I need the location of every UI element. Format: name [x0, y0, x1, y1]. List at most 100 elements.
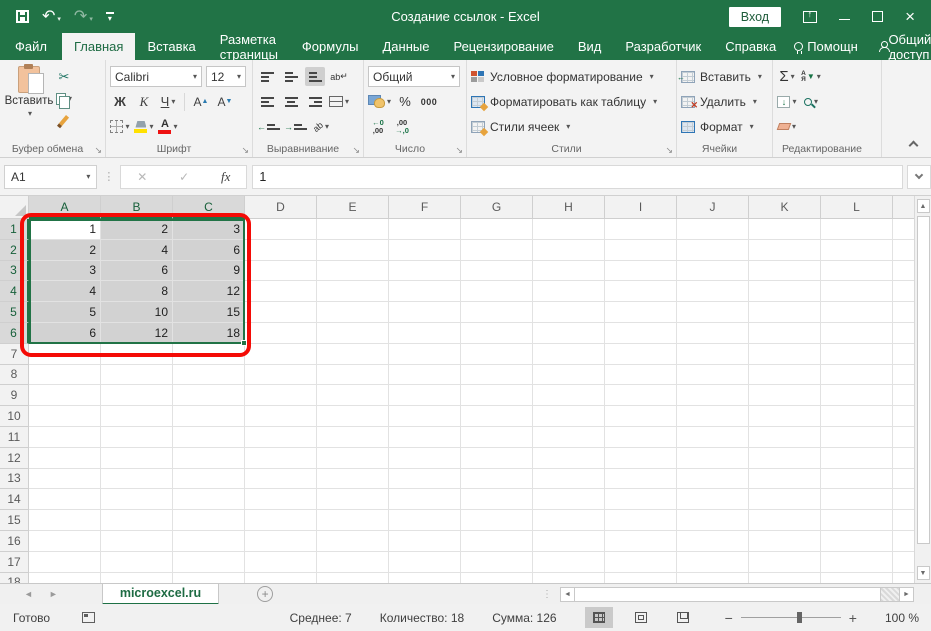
horizontal-scrollbar[interactable]: ⋮ ◄ ► [542, 587, 914, 602]
cell-G11[interactable] [461, 427, 533, 448]
cell-partial[interactable] [893, 448, 914, 469]
tab-Рецензирование[interactable]: Рецензирование [441, 33, 565, 60]
cell-C11[interactable] [173, 427, 245, 448]
cell-L14[interactable] [821, 489, 893, 510]
cell-E13[interactable] [317, 469, 389, 490]
find-select-button[interactable]: ▾ [801, 92, 821, 111]
cell-I5[interactable] [605, 302, 677, 323]
cell-partial[interactable] [893, 469, 914, 490]
format-as-table-button[interactable]: Форматировать как таблицу ▾ [471, 89, 672, 114]
collapse-ribbon-button[interactable] [909, 141, 919, 151]
tab-Разработчик[interactable]: Разработчик [613, 33, 713, 60]
tab-Справка[interactable]: Справка [713, 33, 788, 60]
fill-color-button[interactable]: ▾ [134, 117, 154, 136]
column-header-J[interactable]: J [677, 196, 749, 219]
cell-C13[interactable] [173, 469, 245, 490]
format-cells-button[interactable]: Формат ▾ [681, 114, 768, 139]
cell-B14[interactable] [101, 489, 173, 510]
zoom-out-button[interactable]: − [725, 610, 733, 626]
cell-D5[interactable] [245, 302, 317, 323]
cell-D12[interactable] [245, 448, 317, 469]
cell-partial[interactable] [893, 573, 914, 583]
row-header-1[interactable]: 1 [0, 219, 29, 240]
column-header-partial[interactable] [893, 196, 914, 219]
cell-E1[interactable] [317, 219, 389, 240]
cell-D4[interactable] [245, 281, 317, 302]
cancel-entry-button[interactable]: ✕ [137, 170, 147, 184]
select-all-corner[interactable] [0, 196, 29, 219]
insert-cells-button[interactable]: Вставить ▾ [681, 64, 768, 89]
scroll-right-button[interactable]: ► [899, 587, 914, 602]
cell-H11[interactable] [533, 427, 605, 448]
number-format-combo[interactable]: Общий▾ [368, 66, 460, 87]
delete-cells-button[interactable]: Удалить ▾ [681, 89, 768, 114]
cell-I9[interactable] [605, 385, 677, 406]
dialog-launcher-icon[interactable]: ↘ [665, 146, 673, 155]
cell-C6[interactable]: 18 [173, 323, 245, 344]
row-header-8[interactable]: 8 [0, 365, 29, 386]
cell-partial[interactable] [893, 489, 914, 510]
cell-F12[interactable] [389, 448, 461, 469]
increase-font-size-button[interactable]: А▲ [191, 92, 211, 111]
cell-D6[interactable] [245, 323, 317, 344]
cell-K6[interactable] [749, 323, 821, 344]
cell-L4[interactable] [821, 281, 893, 302]
cell-J15[interactable] [677, 510, 749, 531]
scroll-down-button[interactable]: ▼ [917, 566, 930, 580]
cell-I3[interactable] [605, 261, 677, 282]
cell-J4[interactable] [677, 281, 749, 302]
scroll-left-button[interactable]: ◄ [560, 587, 575, 602]
cell-B10[interactable] [101, 406, 173, 427]
tab-Разметка страницы[interactable]: Разметка страницы [208, 33, 290, 60]
cell-H12[interactable] [533, 448, 605, 469]
cell-E3[interactable] [317, 261, 389, 282]
row-header-14[interactable]: 14 [0, 489, 29, 510]
cell-F6[interactable] [389, 323, 461, 344]
cell-A10[interactable] [29, 406, 101, 427]
row-header-3[interactable]: 3 [0, 261, 29, 282]
cell-E2[interactable] [317, 240, 389, 261]
cell-H10[interactable] [533, 406, 605, 427]
cell-F2[interactable] [389, 240, 461, 261]
zoom-slider-thumb[interactable] [797, 612, 802, 623]
column-header-L[interactable]: L [821, 196, 893, 219]
cell-J10[interactable] [677, 406, 749, 427]
cell-B2[interactable]: 4 [101, 240, 173, 261]
cell-A14[interactable] [29, 489, 101, 510]
cell-partial[interactable] [893, 510, 914, 531]
cell-E11[interactable] [317, 427, 389, 448]
cell-C14[interactable] [173, 489, 245, 510]
cell-I8[interactable] [605, 365, 677, 386]
cell-K14[interactable] [749, 489, 821, 510]
percent-style-button[interactable]: % [395, 92, 415, 111]
cell-F13[interactable] [389, 469, 461, 490]
cell-J5[interactable] [677, 302, 749, 323]
clear-button[interactable]: ▾ [777, 117, 797, 136]
cell-C16[interactable] [173, 531, 245, 552]
increase-indent-button[interactable]: → [284, 117, 307, 136]
cell-K15[interactable] [749, 510, 821, 531]
cell-G4[interactable] [461, 281, 533, 302]
cell-H8[interactable] [533, 365, 605, 386]
borders-button[interactable]: ▾ [110, 117, 130, 136]
cell-K10[interactable] [749, 406, 821, 427]
cell-F18[interactable] [389, 573, 461, 583]
cell-L16[interactable] [821, 531, 893, 552]
cell-D18[interactable] [245, 573, 317, 583]
cell-D8[interactable] [245, 365, 317, 386]
page-layout-view-button[interactable] [627, 607, 655, 628]
align-left-button[interactable] [257, 92, 277, 111]
align-right-button[interactable] [305, 92, 325, 111]
cell-H17[interactable] [533, 552, 605, 573]
cell-I14[interactable] [605, 489, 677, 510]
italic-button[interactable]: К [134, 92, 154, 111]
minimize-button[interactable] [839, 19, 850, 20]
cell-A7[interactable] [29, 344, 101, 365]
cell-J1[interactable] [677, 219, 749, 240]
cell-I16[interactable] [605, 531, 677, 552]
cell-I2[interactable] [605, 240, 677, 261]
cell-G14[interactable] [461, 489, 533, 510]
cell-A8[interactable] [29, 365, 101, 386]
insert-function-button[interactable]: fx [221, 169, 230, 185]
cell-H4[interactable] [533, 281, 605, 302]
